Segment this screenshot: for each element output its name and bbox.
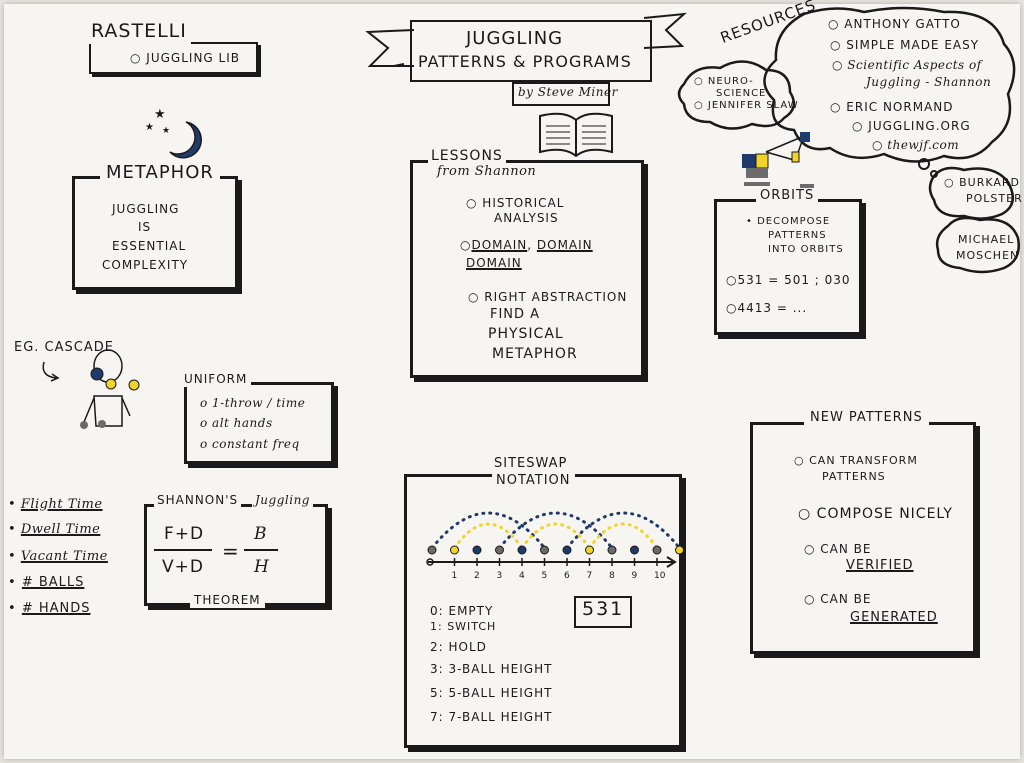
orbits-eq1-text: 531 = 501 ; 030 (737, 273, 851, 287)
new-patterns-item-2-text: Compose nicely (816, 506, 953, 522)
new-patterns-item-4-text: Can Be (820, 592, 872, 606)
new-patterns-item-3: ○ Can Be (804, 542, 872, 556)
new-patterns-item-1b: Patterns (822, 470, 886, 483)
orbits-item-1-text: Decompose (757, 216, 831, 227)
new-patterns-item-1: ○ Can Transform (794, 454, 918, 467)
orbits-item-1: • Decompose (746, 216, 831, 227)
new-patterns-item-1-text: Can Transform (809, 454, 918, 467)
new-patterns-item-3b: Verified (846, 558, 914, 573)
sketchnote-sheet: Rastelli ○ Juggling Lib ★ ★ ★ Metaphor J… (4, 0, 1022, 759)
new-patterns-item-3-text: Can Be (820, 542, 872, 556)
orbits-eq2-text: 4413 = ... (737, 301, 808, 315)
orbits-item-3: into Orbits (768, 244, 844, 255)
orbits-eq2: ○4413 = ... (726, 301, 808, 315)
orbits-item-2: Patterns (768, 230, 827, 241)
orbits-eq1: ○531 = 501 ; 030 (726, 273, 851, 287)
new-patterns-item-4: ○ Can Be (804, 592, 872, 606)
new-patterns-item-4b: Generated (850, 610, 938, 625)
orbits-heading: Orbits (756, 188, 819, 205)
new-patterns-item-2: ○ Compose nicely (798, 506, 953, 522)
new-patterns-heading: New Patterns (804, 410, 929, 427)
